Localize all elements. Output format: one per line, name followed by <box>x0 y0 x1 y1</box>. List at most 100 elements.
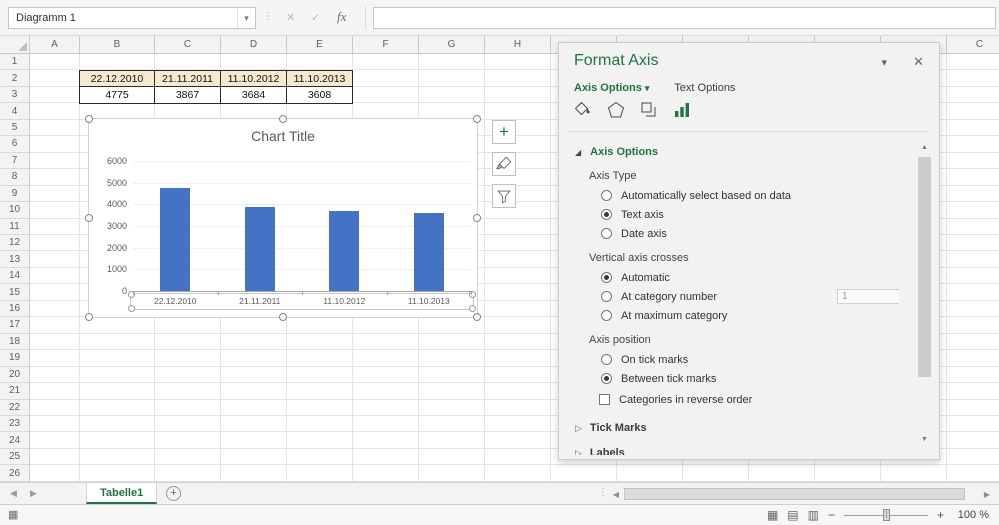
scroll-left-icon[interactable]: ◀ <box>610 490 622 499</box>
grid-cell[interactable] <box>947 465 999 482</box>
grid-cell[interactable] <box>353 383 419 400</box>
grid-cell[interactable] <box>287 350 353 367</box>
grid-cell[interactable] <box>353 448 419 466</box>
column-header[interactable]: G <box>419 36 485 54</box>
grid-cell[interactable] <box>947 169 999 186</box>
grid-cell[interactable] <box>30 399 80 416</box>
grid-cell[interactable] <box>419 383 485 400</box>
grid-cell[interactable] <box>30 448 80 466</box>
checkbox-categories-in-reverse-order[interactable]: Categories in reverse order <box>599 390 899 409</box>
row-header[interactable]: 18 <box>0 333 30 351</box>
chart-resize-handle[interactable] <box>279 313 287 321</box>
radio-icon[interactable] <box>601 228 612 239</box>
row-header[interactable]: 21 <box>0 383 30 400</box>
grid-cell[interactable] <box>155 350 221 367</box>
grid-cell[interactable] <box>947 202 999 219</box>
row-header[interactable]: 3 <box>0 86 30 104</box>
chart-elements-button[interactable]: + <box>492 120 516 144</box>
chart-resize-handle[interactable] <box>473 115 481 123</box>
grid-cell[interactable] <box>221 448 287 466</box>
enter-icon[interactable]: ✓ <box>311 11 320 24</box>
grid-cell[interactable] <box>485 399 551 416</box>
cancel-icon[interactable]: ✕ <box>286 11 295 24</box>
chart-resize-handle[interactable] <box>85 313 93 321</box>
grid-cell[interactable] <box>155 317 221 334</box>
grid-cell[interactable] <box>485 300 551 318</box>
row-header[interactable]: 15 <box>0 284 30 301</box>
row-header[interactable]: 17 <box>0 317 30 334</box>
chart-title[interactable]: Chart Title <box>89 128 477 144</box>
radio-icon[interactable] <box>601 354 612 365</box>
radio-on-tick-marks[interactable]: On tick marks <box>601 350 899 369</box>
section-axis-options[interactable]: ◢ Axis Options <box>575 143 899 161</box>
zoom-out-icon[interactable]: − <box>828 508 835 522</box>
grid-cell[interactable] <box>947 251 999 268</box>
row-header[interactable]: 4 <box>0 103 30 120</box>
collapse-section-icon[interactable]: ◢ <box>575 148 581 157</box>
close-pane-icon[interactable]: ✕ <box>913 54 924 70</box>
grid-cell[interactable] <box>485 448 551 466</box>
grid-cell[interactable] <box>419 465 485 482</box>
grid-cell[interactable] <box>353 432 419 449</box>
grid-cell[interactable] <box>353 465 419 482</box>
scroll-thumb[interactable] <box>918 157 931 378</box>
grid-cell[interactable] <box>287 317 353 334</box>
radio-icon[interactable] <box>601 272 612 283</box>
select-all-button[interactable] <box>0 36 30 54</box>
grid-cell[interactable] <box>683 465 749 482</box>
grid-cell[interactable] <box>30 333 80 351</box>
fill-line-icon[interactable] <box>572 99 594 121</box>
grid-cell[interactable] <box>947 119 999 137</box>
chart-resize-handle[interactable] <box>473 214 481 222</box>
grid-cell[interactable] <box>947 70 999 87</box>
cell-D2[interactable]: 11.10.2012 <box>220 70 287 88</box>
hscroll-thumb[interactable] <box>624 488 965 500</box>
grid-cell[interactable] <box>80 350 155 367</box>
chart-resize-handle[interactable] <box>85 214 93 222</box>
grid-cell[interactable] <box>30 70 80 87</box>
radio-automatically-select-based-on-data[interactable]: Automatically select based on data <box>601 186 899 205</box>
grid-cell[interactable] <box>155 465 221 482</box>
radio-icon[interactable] <box>601 209 612 220</box>
grid-cell[interactable] <box>551 465 617 482</box>
grid-cell[interactable] <box>353 399 419 416</box>
grid-cell[interactable] <box>485 234 551 252</box>
x-axis-category-label[interactable]: 22.12.2010 <box>133 296 218 306</box>
chart-resize-handle[interactable] <box>473 313 481 321</box>
grid-cell[interactable] <box>485 284 551 301</box>
grid-cell[interactable] <box>419 399 485 416</box>
grid-cell[interactable] <box>80 415 155 433</box>
grid-cell[interactable] <box>947 350 999 367</box>
row-header[interactable]: 8 <box>0 169 30 186</box>
grid-cell[interactable] <box>485 70 551 87</box>
grid-cell[interactable] <box>485 465 551 482</box>
grid-cell[interactable] <box>30 432 80 449</box>
effects-icon[interactable] <box>605 99 627 121</box>
row-header[interactable]: 7 <box>0 152 30 170</box>
grid-cell[interactable] <box>485 350 551 367</box>
cell-B2[interactable]: 22.12.2010 <box>79 70 155 88</box>
radio-at-category-number[interactable]: At category number 1 <box>601 287 899 306</box>
grid-cell[interactable] <box>80 432 155 449</box>
zoom-slider[interactable] <box>843 508 928 522</box>
row-header[interactable]: 2 <box>0 70 30 87</box>
grid-cell[interactable] <box>155 415 221 433</box>
grid-cell[interactable] <box>485 333 551 351</box>
sheet-nav-right-icon[interactable]: ▶ <box>30 488 37 499</box>
row-header[interactable]: 14 <box>0 267 30 285</box>
horizontal-scrollbar[interactable]: ◀ ▶ <box>610 486 993 502</box>
grid-cell[interactable] <box>485 317 551 334</box>
grid-cell[interactable] <box>287 54 353 71</box>
grid-cell[interactable] <box>485 54 551 71</box>
grid-cell[interactable] <box>80 399 155 416</box>
chart-bar[interactable] <box>244 207 275 291</box>
grid-cell[interactable] <box>353 70 419 87</box>
grid-cell[interactable] <box>947 152 999 170</box>
grid-cell[interactable] <box>485 103 551 120</box>
add-sheet-button[interactable]: + <box>166 486 181 501</box>
grid-cell[interactable] <box>485 415 551 433</box>
grid-cell[interactable] <box>287 383 353 400</box>
grid-cell[interactable] <box>947 136 999 153</box>
grid-cell[interactable] <box>485 218 551 235</box>
chart-bar[interactable] <box>160 187 191 291</box>
